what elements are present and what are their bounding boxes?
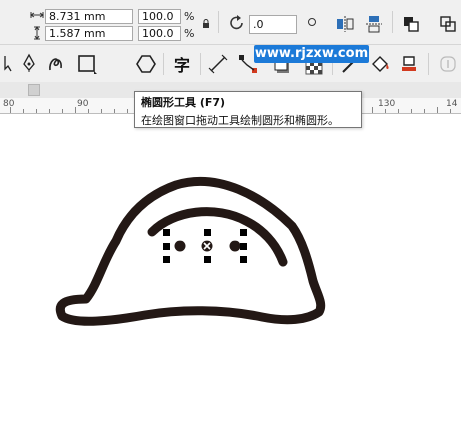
separator (163, 53, 164, 75)
rectangle-tool-icon[interactable] (75, 52, 99, 76)
selection-handle[interactable] (204, 229, 211, 236)
height-icon (30, 26, 44, 40)
lock-ratio-icon[interactable] (200, 17, 212, 31)
helmet-inner-arc[interactable] (147, 207, 288, 267)
selection-handle[interactable] (240, 243, 247, 250)
ellipse-selection[interactable] (163, 229, 247, 263)
rotation-angle-input[interactable]: .0 (249, 15, 297, 34)
object-width-input[interactable]: 8.731 mm (45, 9, 133, 24)
rotate-icon (227, 13, 247, 33)
tooltip-title: 椭圆形工具 (F7) (141, 96, 226, 109)
pen-tool-icon[interactable] (19, 52, 39, 74)
ruler-label: 80 (3, 99, 15, 109)
text-tool-icon[interactable]: 字 (170, 52, 194, 76)
polygon-tool-icon[interactable] (134, 52, 158, 76)
arrange-icon[interactable] (400, 13, 422, 35)
mirror-horizontal-icon[interactable] (334, 13, 356, 35)
tooltip-description: 在绘图窗口拖动工具绘制圆形和椭圆形。 (141, 114, 339, 127)
selected-dot-left[interactable] (174, 240, 186, 252)
drawing-canvas[interactable] (0, 114, 461, 423)
mirror-vertical-icon[interactable] (363, 13, 385, 35)
separator (392, 11, 393, 33)
ruler-label: 130 (378, 99, 396, 109)
selection-handle[interactable] (240, 256, 247, 263)
outline-tool-icon[interactable] (436, 52, 460, 76)
object-height-input[interactable]: 1.587 mm (45, 26, 133, 41)
separator (218, 11, 219, 33)
selection-handle[interactable] (240, 229, 247, 236)
scale-y-input[interactable]: 100.0 (138, 26, 181, 41)
separator (200, 53, 201, 75)
scale-x-input[interactable]: 100.0 (138, 9, 181, 24)
toolbox: 字 (0, 44, 461, 121)
ellipse-tool-tooltip: 椭圆形工具 (F7) 在绘图窗口拖动工具绘制圆形和椭圆形。 (134, 91, 362, 128)
fill-tool-icon[interactable] (368, 52, 392, 76)
selection-handle[interactable] (163, 243, 170, 250)
selection-handle[interactable] (163, 229, 170, 236)
ruler-label: 14 (446, 99, 458, 109)
drawing-artwork (55, 176, 326, 326)
shape-tool-icon[interactable] (0, 52, 14, 74)
width-icon (30, 9, 44, 21)
scale-y-unit: % (184, 27, 195, 40)
site-watermark: www.rjzxw.com (254, 45, 369, 63)
parallel-dimension-tool-icon[interactable] (206, 52, 230, 76)
scale-x-unit: % (184, 10, 195, 23)
selection-handle[interactable] (204, 256, 211, 263)
ruler-label: 90 (77, 99, 89, 109)
selection-handle[interactable] (163, 256, 170, 263)
property-bar: 8.731 mm 1.587 mm 100.0 % 100.0 % .0 (0, 0, 461, 44)
separator (428, 53, 429, 75)
selected-dot-right[interactable] (229, 240, 241, 252)
eraser-tool-icon[interactable] (397, 52, 421, 76)
page-tab-icon[interactable] (28, 84, 40, 96)
freehand-tool-icon[interactable] (45, 52, 67, 74)
degree-icon (305, 15, 319, 29)
weld-icon[interactable] (437, 13, 459, 35)
